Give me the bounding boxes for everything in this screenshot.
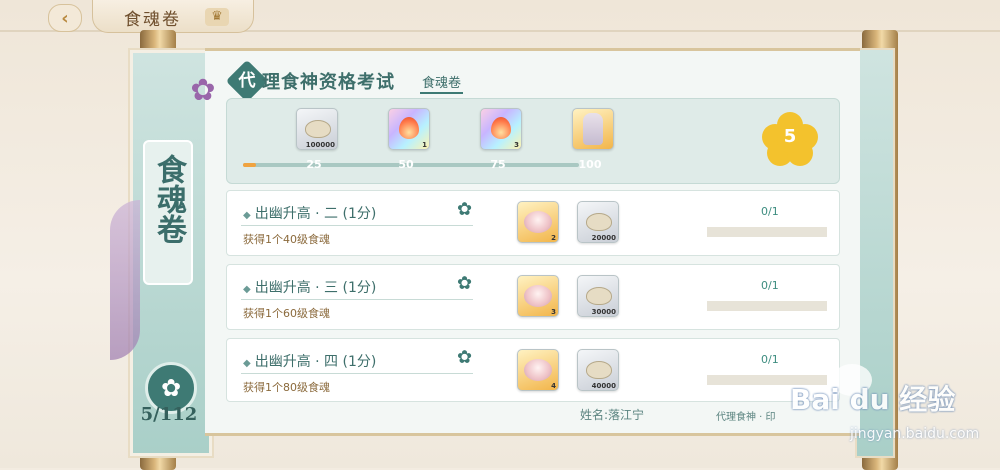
star-count: 5 [783,126,797,147]
flame-icon [491,117,511,139]
top-bar: ‹ 食魂卷 ♛ [0,0,300,34]
task-divider [241,373,473,374]
title-char: 代 [238,71,256,91]
task-progress-text: 0/1 [761,353,779,366]
flame-icon [399,117,419,139]
reward-qty: 3 [514,141,519,149]
reward-qty: 20000 [591,234,616,242]
task-row[interactable]: ◆ 出幽升高 · 三 (1分) 获得1个60级食魂 ✿ 3 30000 0/1 [226,264,840,330]
milestone-marker: 100 [576,153,604,177]
task-reward-bowl[interactable]: 2 [517,201,559,243]
reward-qty: 3 [551,308,556,316]
task-name: ◆ 出幽升高 · 二 (1分) [243,206,377,222]
task-desc: 获得1个40级食魂 [243,233,330,246]
watermark-url: jingyan.baidu.com [850,426,980,442]
home-button[interactable]: ♛ [205,8,229,26]
task-divider [241,225,473,226]
back-button[interactable]: ‹ [48,4,82,32]
task-divider [241,299,473,300]
flower-icon: ✿ [457,273,473,294]
dumpling-icon [586,287,612,305]
reward-qty: 30000 [591,308,616,316]
progress-fill [243,163,257,167]
task-row[interactable]: ◆ 出幽升高 · 二 (1分) 获得1个40级食魂 ✿ 2 20000 0/1 [226,190,840,256]
reward-qty: 2 [551,234,556,242]
bowl-icon [524,359,552,381]
player-role: 代理食神 · 印 [716,412,776,423]
dumpling-icon [586,361,612,379]
vertical-title-text: 食魂卷 [151,154,186,244]
watermark: Bai du 经验 jingyan.baidu.com [790,360,1000,450]
bowl-icon [524,285,552,307]
page-title: 食魂卷 [124,10,181,30]
character-icon [583,113,603,145]
task-name: ◆ 出幽升高 · 三 (1分) [243,280,377,296]
task-row[interactable]: ◆ 出幽升高 · 四 (1分) 获得1个80级食魂 ✿ 4 40000 0/1 [226,338,840,402]
task-progress-bar [707,227,827,237]
reward-qty: 100000 [305,141,335,149]
milestone-reward-50[interactable]: 1 [388,108,430,150]
milestone-marker: 25 [300,153,328,177]
crown-icon: ♛ [211,9,223,24]
reward-qty: 4 [551,382,556,390]
exam-title: 理食神资格考试 [262,72,395,93]
milestone-reward-100[interactable] [572,108,614,150]
task-desc: 获得1个80级食魂 [243,381,330,394]
chevron-left-icon: ‹ [61,7,69,29]
task-reward-dumpling[interactable]: 30000 [577,275,619,317]
task-progress-bar [707,301,827,311]
watermark-logo: Bai du 经验 [790,383,956,416]
flower-icon: ✿ [190,73,216,108]
task-reward-dumpling[interactable]: 40000 [577,349,619,391]
dumpling-icon [586,213,612,231]
flower-icon: ✿ [457,347,473,368]
task-reward-bowl[interactable]: 4 [517,349,559,391]
bowl-icon [524,211,552,233]
milestone-marker: 75 [484,153,512,177]
task-reward-bowl[interactable]: 3 [517,275,559,317]
player-name: 姓名:落江宁 [580,408,645,422]
reward-qty: 40000 [591,382,616,390]
task-reward-dumpling[interactable]: 20000 [577,201,619,243]
progress-counter: 5/112 [140,404,198,425]
task-name: ◆ 出幽升高 · 四 (1分) [243,354,377,370]
reward-qty: 1 [422,141,427,149]
task-desc: 获得1个60级食魂 [243,307,330,320]
milestone-marker: 50 [392,153,420,177]
flower-icon: ✿ [457,199,473,220]
ribbon-decoration [110,200,140,360]
task-progress-text: 0/1 [761,205,779,218]
exam-subtitle: 食魂卷 [420,72,464,94]
task-progress-text: 0/1 [761,279,779,292]
dumpling-icon [305,120,331,138]
milestone-reward-75[interactable]: 3 [480,108,522,150]
milestone-reward-25[interactable]: 100000 [296,108,338,150]
vertical-title: 食魂卷 [143,140,193,285]
